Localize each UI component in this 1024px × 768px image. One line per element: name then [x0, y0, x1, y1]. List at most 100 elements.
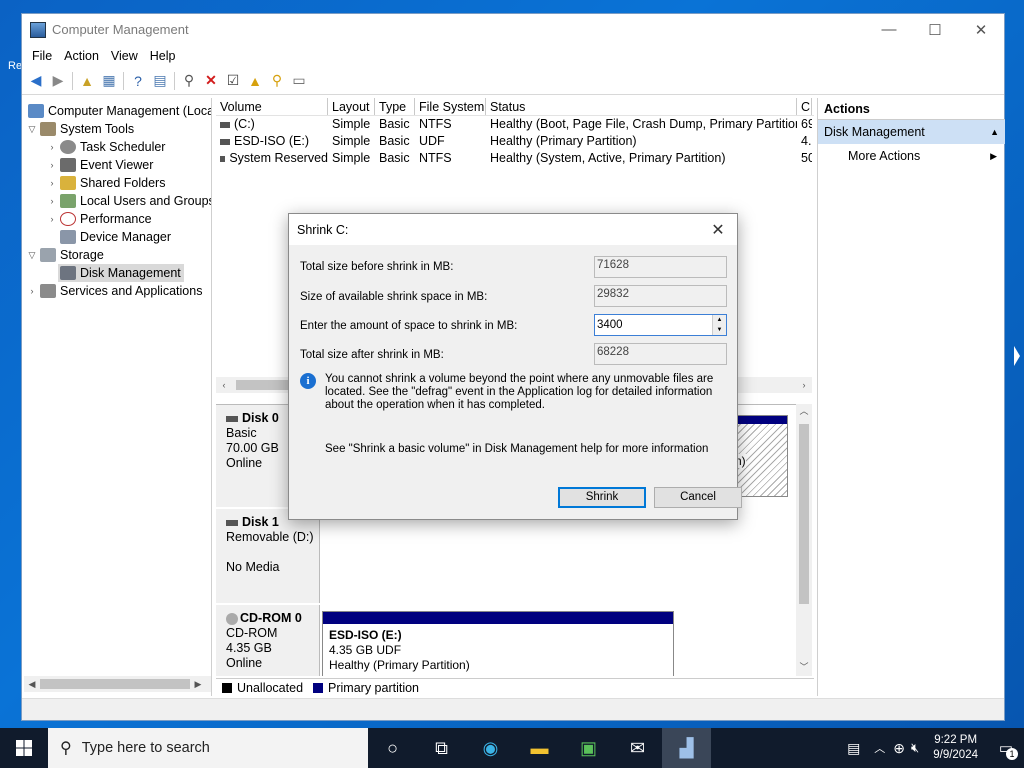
column-capacity[interactable]: C [797, 98, 812, 115]
column-file-system[interactable]: File System [415, 98, 486, 115]
volume-row[interactable]: System Reserved Simple Basic NTFS Health… [216, 150, 814, 167]
computer-management-icon [30, 21, 46, 38]
chevron-right-icon[interactable]: › [46, 142, 58, 152]
column-volume[interactable]: Volume [216, 98, 328, 115]
tree-item-task-scheduler[interactable]: › Task Scheduler [46, 138, 165, 156]
file-explorer-icon[interactable]: ▬ [515, 728, 564, 768]
up-folder-icon[interactable]: ▲ [76, 70, 98, 92]
taskbar-search-box[interactable]: ⚲ Type here to search [48, 728, 368, 768]
cortana-icon[interactable]: ○ [368, 728, 417, 768]
connect-icon[interactable]: ⚲ [178, 70, 200, 92]
scroll-left-icon[interactable]: ◀ [24, 679, 40, 690]
task-view-icon[interactable]: ⧉ [417, 728, 466, 768]
column-layout[interactable]: Layout [328, 98, 375, 115]
checklist-icon[interactable]: ☑ [222, 70, 244, 92]
tree-item-system-tools[interactable]: ▽ System Tools [26, 120, 134, 138]
shrink-amount-input[interactable] [595, 315, 712, 335]
network-icon[interactable]: ⊕ [893, 740, 905, 757]
chevron-right-icon[interactable]: › [46, 160, 58, 170]
stepper-down-icon[interactable]: ▼ [713, 325, 726, 335]
tree-item-event-viewer[interactable]: › Event Viewer [46, 156, 153, 174]
layout-cell: Simple [332, 151, 371, 165]
shrink-button[interactable]: Shrink [558, 487, 646, 508]
delete-icon[interactable]: ✕ [200, 70, 222, 92]
menu-action[interactable]: Action [58, 49, 105, 63]
menu-file[interactable]: File [26, 49, 58, 63]
minimize-button[interactable]: — [866, 14, 912, 45]
column-type[interactable]: Type [375, 98, 415, 115]
cdrom-partition[interactable]: ESD-ISO (E:) 4.35 GB UDF Healthy (Primar… [322, 611, 674, 676]
collapse-icon[interactable]: ▲ [990, 127, 999, 137]
back-icon[interactable]: ◀ [25, 70, 47, 92]
maximize-button[interactable]: ☐ [912, 14, 958, 45]
tree-item-disk-management[interactable]: Disk Management [58, 264, 184, 282]
tree-item-root[interactable]: Computer Management (Local [26, 102, 211, 120]
column-status[interactable]: Status [486, 98, 797, 115]
clock[interactable]: 9:22 PM 9/9/2024 [923, 733, 988, 763]
disk-1-label[interactable]: Disk 1 Removable (D:) No Media [216, 509, 320, 603]
tree-horizontal-scrollbar[interactable]: ◀ ▶ [24, 676, 211, 692]
cdrom-0-label[interactable]: CD-ROM 0 CD-ROM 4.35 GB Online [216, 605, 320, 676]
forward-icon[interactable]: ▶ [47, 70, 69, 92]
start-button[interactable] [0, 728, 48, 768]
disk-type: CD-ROM [226, 626, 278, 640]
scroll-left-icon[interactable]: ‹ [216, 380, 232, 390]
capacity-cell: 69 [801, 117, 812, 131]
mouse-cursor-icon [1014, 346, 1020, 366]
tree-item-device-manager[interactable]: Device Manager [58, 228, 171, 246]
total-after-value: 68228 [594, 343, 727, 365]
close-button[interactable]: ✕ [958, 14, 1004, 45]
mail-icon[interactable]: ✉ [613, 728, 662, 768]
stepper-up-icon[interactable]: ▲ [713, 315, 726, 325]
more-actions-item[interactable]: More Actions ▶ [818, 144, 1005, 168]
primary-swatch [313, 682, 324, 693]
keyboard-icon[interactable]: ▤ [847, 740, 860, 757]
scroll-thumb[interactable] [236, 380, 296, 390]
shrink-amount-stepper[interactable]: ▲ ▼ [594, 314, 727, 336]
disk-name: CD-ROM 0 [240, 611, 302, 625]
actions-section-disk-management[interactable]: Disk Management ▲ [818, 120, 1005, 144]
tree-item-local-users[interactable]: › Local Users and Groups [46, 192, 211, 210]
scroll-down-icon[interactable]: ﹀ [796, 660, 812, 676]
chevron-right-icon[interactable]: › [46, 178, 58, 188]
chevron-right-icon[interactable]: › [46, 214, 58, 224]
store-icon[interactable]: ▣ [564, 728, 613, 768]
help-icon[interactable]: ? [127, 70, 149, 92]
menu-help[interactable]: Help [144, 49, 182, 63]
tree-item-shared-folders[interactable]: › Shared Folders [46, 174, 165, 192]
cancel-button[interactable]: Cancel [654, 487, 742, 508]
scroll-thumb[interactable] [799, 424, 809, 604]
volume-row[interactable]: (C:) Simple Basic NTFS Healthy (Boot, Pa… [216, 116, 814, 133]
scroll-right-icon[interactable]: ▶ [190, 679, 206, 690]
tree-item-services[interactable]: › Services and Applications [26, 282, 202, 300]
tree-item-performance[interactable]: › Performance [46, 210, 152, 228]
search-folder-icon[interactable]: ⚲ [266, 70, 288, 92]
new-folder-icon[interactable]: ▲ [244, 70, 266, 92]
disk-icon [226, 415, 238, 422]
volume-muted-icon[interactable]: 🔇︎ [911, 740, 919, 756]
menu-view[interactable]: View [105, 49, 144, 63]
chevron-up-icon[interactable]: ︿ [874, 740, 885, 756]
dialog-close-button[interactable]: ✕ [707, 220, 729, 240]
notification-center-button[interactable]: ▭ 1 [988, 728, 1024, 768]
scroll-up-icon[interactable]: ︿ [796, 404, 812, 420]
show-hide-tree-icon[interactable]: ▦ [98, 70, 120, 92]
list-view-icon[interactable]: ▭ [288, 70, 310, 92]
tree-item-storage[interactable]: ▽ Storage [26, 246, 104, 264]
computer-management-taskbar-icon[interactable]: ▟ [662, 728, 711, 768]
edge-icon[interactable]: ◉ [466, 728, 515, 768]
properties-icon[interactable]: ▤ [149, 70, 171, 92]
chevron-right-icon[interactable]: › [46, 196, 58, 206]
chevron-right-icon[interactable]: › [26, 286, 38, 296]
disk-0-partition[interactable]: n) [734, 415, 788, 497]
chevron-down-icon[interactable]: ▽ [26, 250, 38, 261]
scroll-thumb[interactable] [40, 679, 190, 689]
volume-cell: ESD-ISO (E:) [216, 133, 328, 150]
desktop-icon-fragment: Re [8, 60, 23, 72]
disk-view-vertical-scrollbar[interactable]: ︿ ﹀ [796, 404, 812, 676]
tree-label: Disk Management [80, 266, 181, 280]
chevron-down-icon[interactable]: ▽ [26, 124, 38, 135]
volume-row[interactable]: ESD-ISO (E:) Simple Basic UDF Healthy (P… [216, 133, 814, 150]
type-cell: Basic [379, 134, 410, 148]
scroll-right-icon[interactable]: › [796, 380, 812, 390]
